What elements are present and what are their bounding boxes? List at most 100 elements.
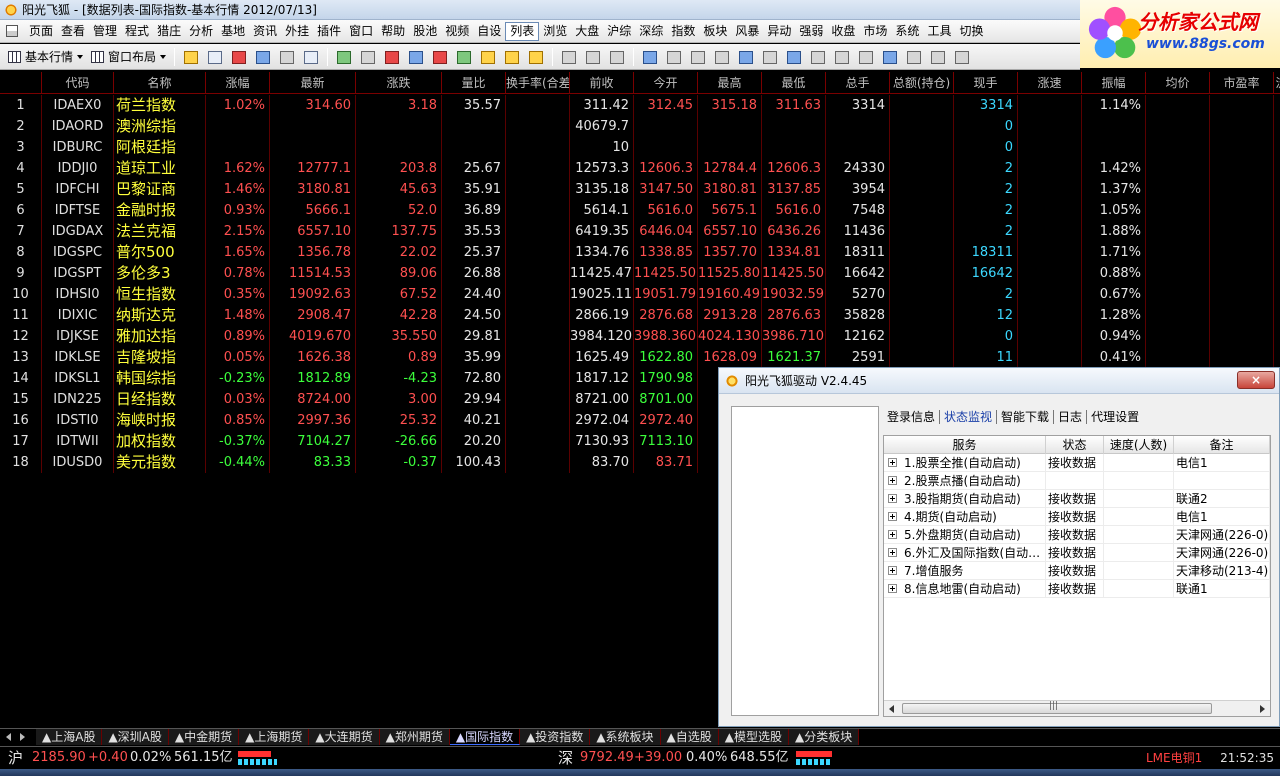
scroll-right-icon[interactable]	[1260, 705, 1265, 713]
expand-plus-icon[interactable]	[888, 584, 897, 593]
menu-item[interactable]: 自设	[473, 22, 505, 41]
move-icon[interactable]	[253, 48, 273, 66]
chart-f-icon[interactable]	[760, 48, 780, 66]
scroll-left-icon[interactable]	[889, 705, 894, 713]
warning-icon[interactable]	[502, 48, 522, 66]
table-row[interactable]: 1 IDAEX0 荷兰指数 1.02% 314.60 3.18 35.57 311.42 312…	[0, 95, 1280, 116]
market-tab[interactable]: ▲自选股	[660, 729, 719, 745]
expand-plus-icon[interactable]	[888, 512, 897, 521]
column-header[interactable]: 前收	[570, 72, 634, 94]
column-header[interactable]: 市盈率	[1210, 72, 1274, 94]
market-tab[interactable]: ▲大连期货	[309, 729, 380, 745]
expand-plus-icon[interactable]	[888, 530, 897, 539]
menu-item[interactable]: 板块	[699, 22, 731, 41]
column-header[interactable]: 最新	[270, 72, 356, 94]
resize-icon[interactable]	[277, 48, 297, 66]
column-header[interactable]: 名称	[114, 72, 206, 94]
market-tab[interactable]: ▲分类板块	[789, 729, 860, 745]
column-header[interactable]: 均价	[1146, 72, 1210, 94]
menu-item[interactable]: 沪综	[603, 22, 635, 41]
table-row[interactable]: 5 IDFCHI 巴黎证商 1.46% 3180.81 45.63 35.91 3135.18…	[0, 179, 1280, 200]
table-row[interactable]: 12 IDJKSE 雅加达指 0.89% 4019.670 35.550 29.81 3984…	[0, 326, 1280, 347]
expand-plus-icon[interactable]	[888, 458, 897, 467]
menu-item[interactable]: 资讯	[249, 22, 281, 41]
menu-item[interactable]: 浏览	[539, 22, 571, 41]
menu-item[interactable]: 页面	[25, 22, 57, 41]
menu-item[interactable]: 管理	[89, 22, 121, 41]
expand-plus-icon[interactable]	[888, 548, 897, 557]
open-icon[interactable]	[205, 48, 225, 66]
menu-item[interactable]: 外挂	[281, 22, 313, 41]
service-column-header[interactable]: 服务	[884, 436, 1046, 454]
calendar-icon[interactable]	[559, 48, 579, 66]
quote-mode-dropdown[interactable]: 基本行情	[4, 48, 87, 65]
chart-e-icon[interactable]	[736, 48, 756, 66]
weight-icon[interactable]	[301, 48, 321, 66]
dialog-tab[interactable]: 智能下载	[997, 410, 1055, 424]
menu-item[interactable]: 工具	[923, 22, 955, 41]
chart-n-icon[interactable]	[952, 48, 972, 66]
table-row[interactable]: 3 IDBURC 阿根廷指 10 0	[0, 137, 1280, 158]
table-row[interactable]: 6 IDFTSE 金融时报 0.93% 5666.1 52.0 36.89 5614.1 561…	[0, 200, 1280, 221]
menu-item[interactable]: 列表	[505, 21, 540, 41]
chart-x-icon[interactable]	[334, 48, 354, 66]
menu-item[interactable]: 系统	[891, 22, 923, 41]
dialog-close-button[interactable]: ×	[1237, 371, 1275, 389]
tab-scroll-nav[interactable]	[0, 729, 34, 745]
column-header[interactable]	[0, 72, 42, 94]
service-row[interactable]: 8.信息地雷(自动启动) 接收数据 联通1	[884, 580, 1270, 598]
tab-right-icon[interactable]	[20, 733, 25, 741]
menu-item[interactable]: 插件	[313, 22, 345, 41]
column-header[interactable]: 涨跌	[356, 72, 442, 94]
link-icon[interactable]	[406, 48, 426, 66]
column-header[interactable]: 最低	[762, 72, 826, 94]
scroll-thumb[interactable]: |||	[902, 701, 1212, 714]
column-header[interactable]: 涨速	[1018, 72, 1082, 94]
service-row[interactable]: 4.期货(自动启动) 接收数据 电信1	[884, 508, 1270, 526]
menu-item[interactable]: 深综	[635, 22, 667, 41]
dialog-tab[interactable]: 代理设置	[1087, 410, 1143, 424]
edit-icon[interactable]	[478, 48, 498, 66]
calc-red-icon[interactable]	[430, 48, 450, 66]
chart-g-icon[interactable]	[784, 48, 804, 66]
table-icon[interactable]	[583, 48, 603, 66]
window-layout-dropdown[interactable]: 窗口布局	[87, 48, 170, 65]
menu-item[interactable]: 市场	[859, 22, 891, 41]
grid-icon[interactable]	[229, 48, 249, 66]
column-header[interactable]: 振幅	[1082, 72, 1146, 94]
market-tab[interactable]: ▲系统板块	[590, 729, 661, 745]
horizontal-scrollbar[interactable]: |||	[884, 700, 1270, 716]
service-row[interactable]: 1.股票全推(自动启动) 接收数据 电信1	[884, 454, 1270, 472]
column-header[interactable]: 总额(持仓)	[890, 72, 954, 94]
dialog-tab[interactable]: 登录信息	[883, 410, 941, 424]
expand-plus-icon[interactable]	[888, 494, 897, 503]
market-tab[interactable]: ▲上海A股	[36, 729, 103, 745]
menu-item[interactable]: 异动	[763, 22, 795, 41]
expand-plus-icon[interactable]	[888, 566, 897, 575]
menu-item[interactable]: 查看	[57, 22, 89, 41]
menu-item[interactable]: 股池	[409, 22, 441, 41]
table-row[interactable]: 9 IDGSPT 多伦多3 0.78% 11514.53 89.06 26.88 11425.…	[0, 263, 1280, 284]
menu-item[interactable]: 收盘	[827, 22, 859, 41]
menu-item[interactable]: 猎庄	[153, 22, 185, 41]
service-row[interactable]: 5.外盘期货(自动启动) 接收数据 天津网通(226-0)	[884, 526, 1270, 544]
chart-l-icon[interactable]	[904, 48, 924, 66]
service-column-header[interactable]: 速度(人数)	[1104, 436, 1174, 454]
folder-icon[interactable]	[181, 48, 201, 66]
column-header[interactable]: 量比	[442, 72, 506, 94]
table-row[interactable]: 4 IDDJI0 道琼工业 1.62% 12777.1 203.8 25.67 12573.3…	[0, 158, 1280, 179]
menu-item[interactable]: 风暴	[731, 22, 763, 41]
menu-item[interactable]: 大盘	[571, 22, 603, 41]
market-tab[interactable]: ▲深圳A股	[102, 729, 169, 745]
table2-icon[interactable]	[607, 48, 627, 66]
table-row[interactable]: 11 IDIXIC 纳斯达克 1.48% 2908.47 42.28 24.50 2866.1…	[0, 305, 1280, 326]
menu-item[interactable]: 窗口	[345, 22, 377, 41]
service-row[interactable]: 2.股票点播(自动启动)	[884, 472, 1270, 490]
menu-item[interactable]: 分析	[185, 22, 217, 41]
table-row[interactable]: 7 IDGDAX 法兰克福 2.15% 6557.10 137.75 35.53 6419.3…	[0, 221, 1280, 242]
menu-item[interactable]: 视频	[441, 22, 473, 41]
column-header[interactable]: 总手	[826, 72, 890, 94]
market-tab[interactable]: ▲投资指数	[520, 729, 591, 745]
table-row[interactable]: 2 IDAORD 澳洲综指 40679.7 0	[0, 116, 1280, 137]
dialog-tab[interactable]: 日志	[1054, 410, 1088, 424]
